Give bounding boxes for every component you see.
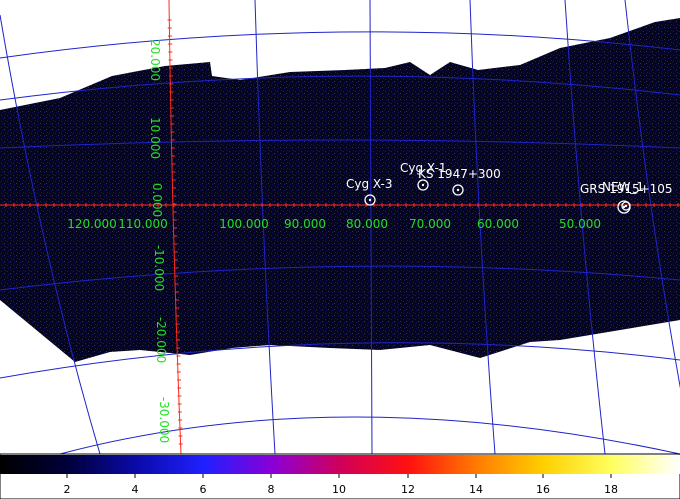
colorbar-label: 18 bbox=[604, 483, 618, 496]
source-label: KS 1947+300 bbox=[418, 167, 501, 181]
longitude-label: 100.000 bbox=[219, 217, 269, 231]
longitude-label: 50.000 bbox=[559, 217, 601, 231]
latitude-label: -20.000 bbox=[154, 317, 168, 363]
longitude-label: 80.000 bbox=[346, 217, 388, 231]
source-label: NEW_1 bbox=[602, 180, 644, 194]
latitude-label: 10.000 bbox=[148, 117, 162, 159]
colorbar-label: 6 bbox=[200, 483, 207, 496]
source-center-dot bbox=[421, 183, 425, 187]
colorbar-label: 2 bbox=[64, 483, 71, 496]
sky-map: 120.000 110.000 100.000 90.000 80.000 70.000 6… bbox=[0, 0, 680, 499]
latitude-label: -10.000 bbox=[152, 245, 166, 291]
source-center-dot bbox=[368, 198, 372, 202]
latitude-label: 20.000 bbox=[148, 39, 162, 81]
source-label: Cyg X-3 bbox=[346, 177, 393, 191]
colorbar: 2 4 6 8 10 12 14 16 18 bbox=[0, 453, 680, 499]
longitude-label: 120.000 bbox=[67, 217, 117, 231]
colorbar-label: 8 bbox=[268, 483, 275, 496]
colorbar-label: 4 bbox=[132, 483, 139, 496]
source-center-dot bbox=[624, 204, 628, 208]
colorbar-label: 12 bbox=[401, 483, 415, 496]
latitude-label: 0.000 bbox=[150, 183, 164, 217]
source-center-dot bbox=[456, 188, 460, 192]
colorbar-gradient bbox=[0, 455, 680, 474]
exposure-mosaic bbox=[0, 18, 680, 362]
colorbar-label: 10 bbox=[332, 483, 346, 496]
colorbar-label: 16 bbox=[536, 483, 550, 496]
grid-line bbox=[59, 416, 680, 455]
exposure-region bbox=[0, 18, 680, 362]
colorbar-label: 14 bbox=[469, 483, 483, 496]
latitude-label: -30.000 bbox=[157, 397, 171, 443]
longitude-label: 90.000 bbox=[284, 217, 326, 231]
longitude-label: 70.000 bbox=[409, 217, 451, 231]
longitude-label: 110.000 bbox=[118, 217, 168, 231]
longitude-label: 60.000 bbox=[477, 217, 519, 231]
